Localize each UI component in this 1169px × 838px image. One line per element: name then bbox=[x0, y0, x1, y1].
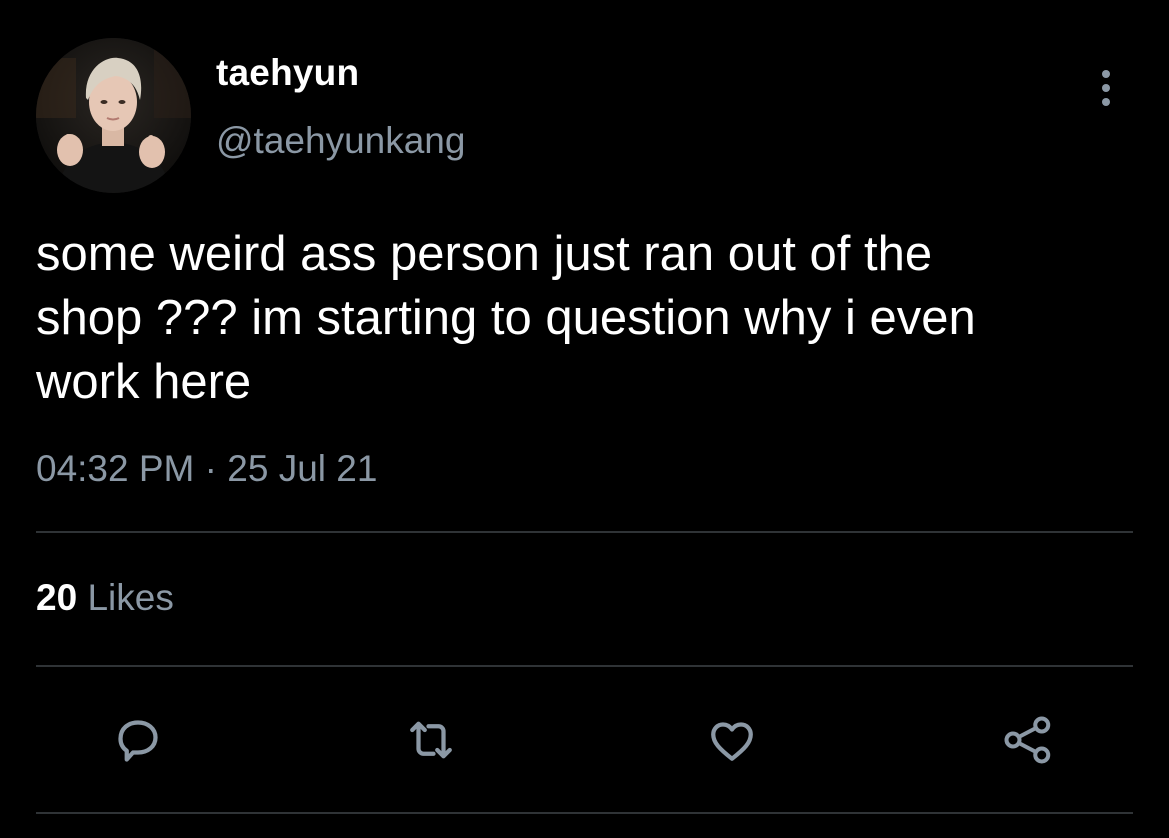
reply-button[interactable] bbox=[104, 706, 172, 774]
reply-icon bbox=[118, 720, 158, 762]
more-vertical-icon bbox=[1102, 70, 1110, 78]
heart-icon bbox=[711, 722, 753, 761]
retweet-icon bbox=[410, 721, 452, 759]
more-dot bbox=[1102, 84, 1110, 92]
divider bbox=[36, 812, 1133, 814]
avatar[interactable] bbox=[36, 38, 191, 193]
avatar-image bbox=[36, 38, 191, 193]
tweet-text: some weird ass person just ran out of th… bbox=[36, 227, 976, 409]
share-icon bbox=[1004, 716, 1051, 764]
likes-count: 20 bbox=[36, 577, 78, 618]
username-handle[interactable]: @taehyunkang bbox=[216, 120, 465, 162]
tweet-time: 04:32 PM bbox=[36, 448, 195, 489]
tweet-timestamp[interactable]: 04:32 PM · 25 Jul 21 bbox=[36, 448, 377, 490]
more-dot bbox=[1102, 98, 1110, 106]
more-options-button[interactable] bbox=[1088, 66, 1124, 110]
share-button[interactable] bbox=[994, 706, 1062, 774]
likes-label: Likes bbox=[87, 577, 174, 618]
likes-stat[interactable]: 20 Likes bbox=[36, 577, 174, 619]
display-name[interactable]: taehyun bbox=[216, 52, 359, 94]
divider bbox=[36, 531, 1133, 533]
divider bbox=[36, 665, 1133, 667]
tweet-detail: taehyun @taehyunkang some weird ass pers… bbox=[0, 0, 1169, 838]
tweet-date: 25 Jul 21 bbox=[227, 448, 378, 489]
meta-separator: · bbox=[204, 448, 217, 489]
like-button[interactable] bbox=[698, 706, 766, 774]
retweet-button[interactable] bbox=[397, 706, 465, 774]
